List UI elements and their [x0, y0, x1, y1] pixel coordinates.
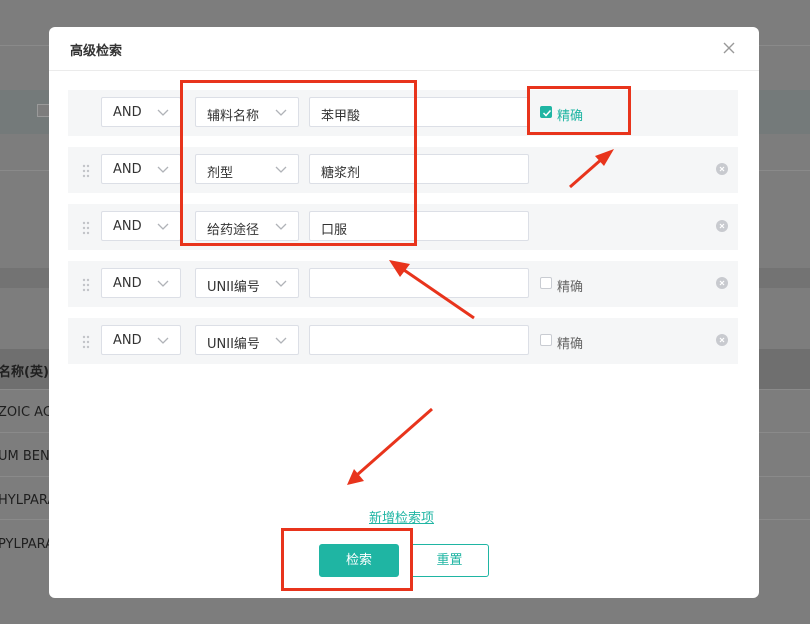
arrow-icon [569, 149, 614, 189]
arrow-icon [389, 260, 475, 320]
annotation-arrows [347, 149, 614, 485]
arrow-icon [347, 407, 433, 485]
